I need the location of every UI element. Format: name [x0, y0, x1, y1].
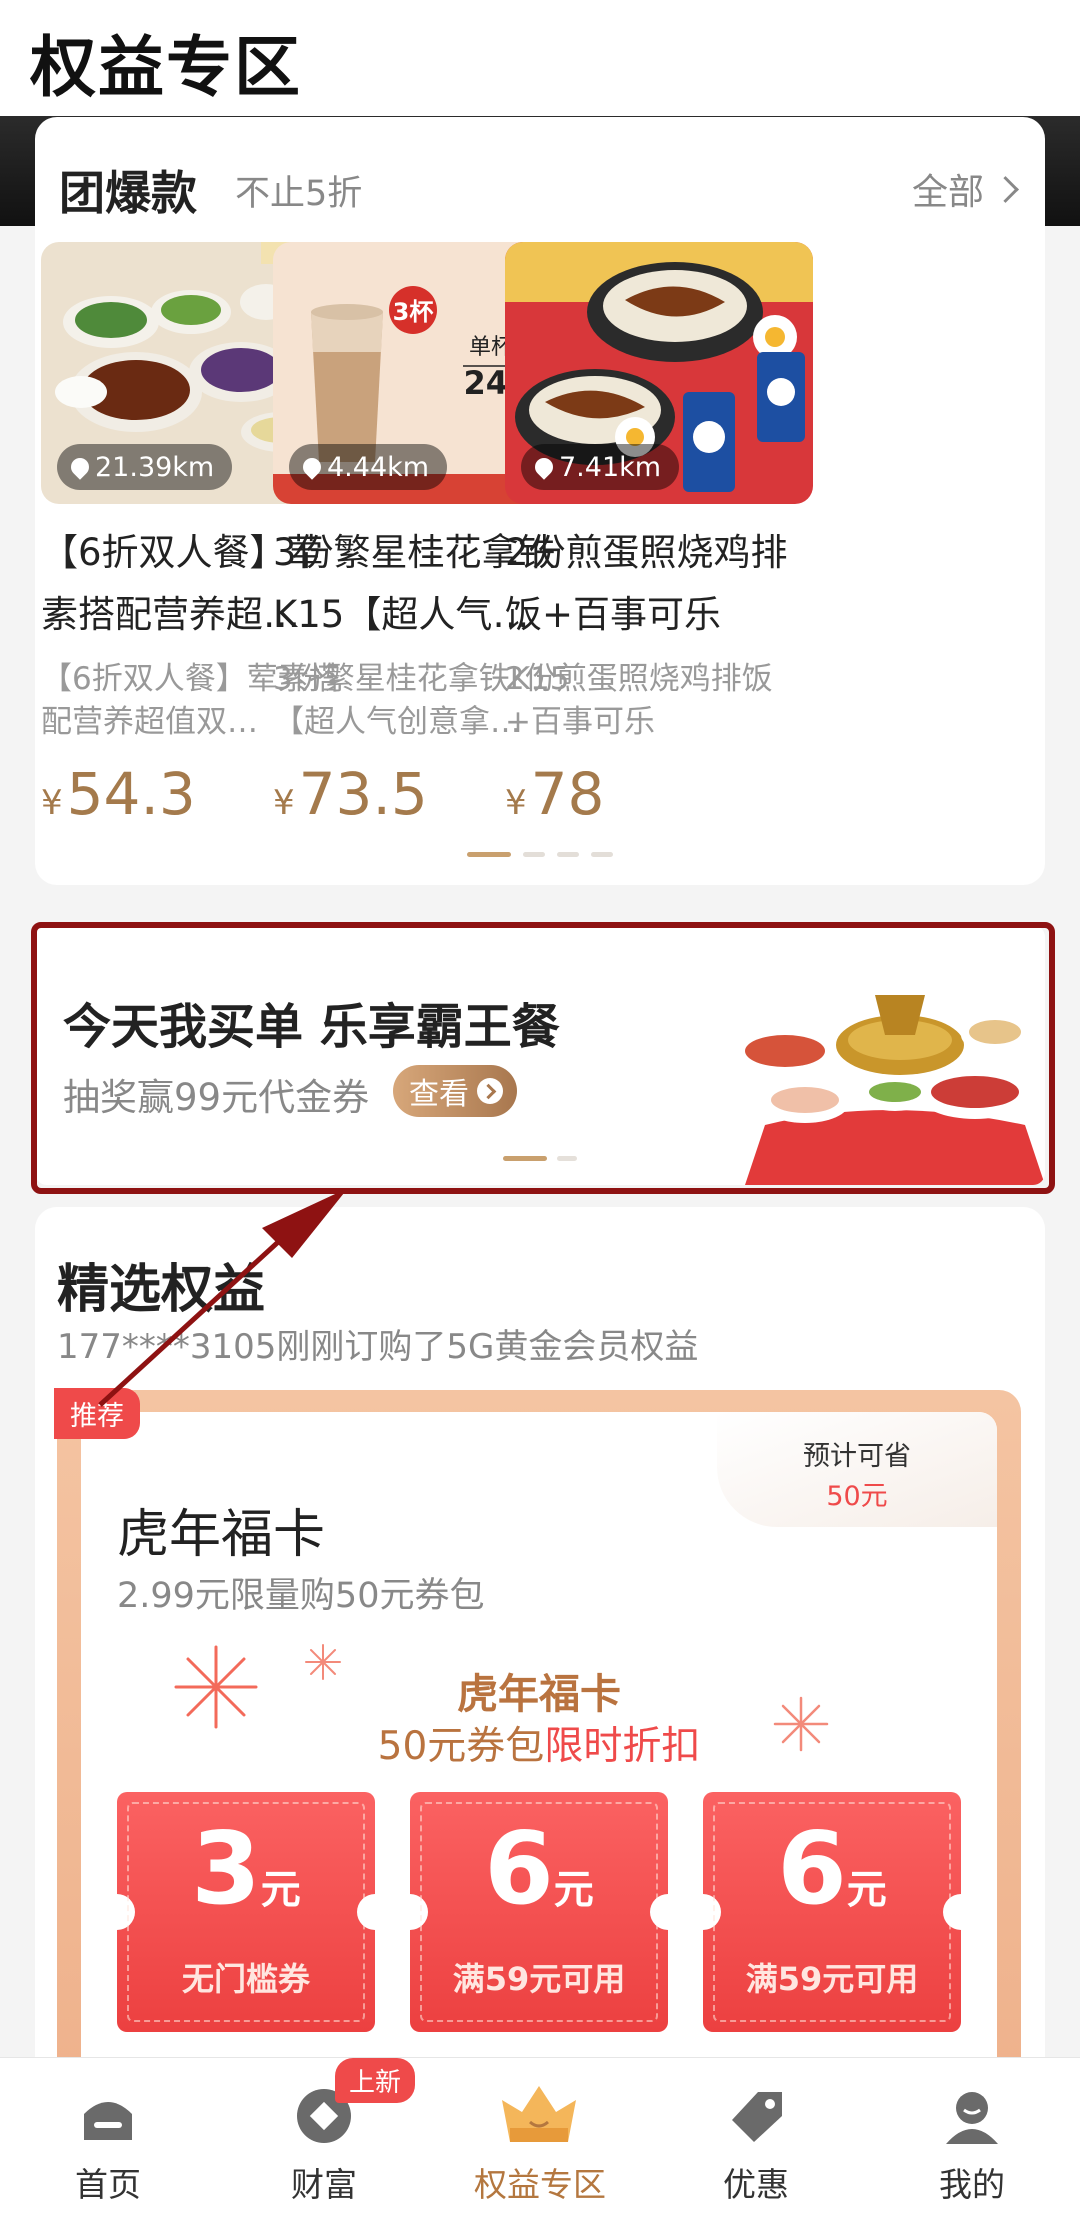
- annotation-arrow: [98, 1188, 348, 1407]
- nav-item-benefits[interactable]: 权益专区: [432, 2058, 648, 2215]
- home-icon: [84, 2102, 132, 2140]
- nav-label: 我的: [939, 2165, 1005, 2204]
- tag-icon: [732, 2092, 782, 2142]
- nav-label: 优惠: [723, 2165, 789, 2204]
- nav-item-home[interactable]: 首页: [0, 2058, 216, 2215]
- nav-item-offers[interactable]: 优惠: [648, 2058, 864, 2215]
- nav-item-profile[interactable]: 我的: [864, 2058, 1080, 2215]
- nav-label: 首页: [75, 2165, 141, 2204]
- crown-icon: [502, 2086, 576, 2142]
- nav-label: 权益专区: [474, 2165, 606, 2204]
- user-icon: [946, 2092, 998, 2144]
- new-badge: 上新: [335, 2058, 416, 2103]
- nav-label: 财富: [291, 2165, 357, 2204]
- bottom-nav: 首页 财富 权益专区 优惠 我的: [0, 2057, 1080, 2215]
